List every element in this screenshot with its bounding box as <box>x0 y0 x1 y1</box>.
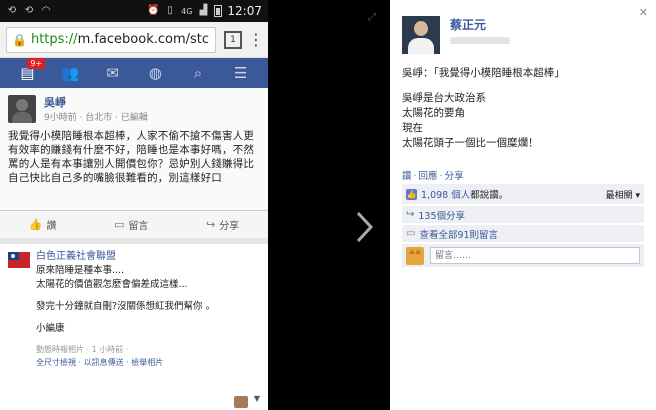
clock: 12:07 <box>227 4 262 18</box>
post-line: 太陽花的價值觀怎麼會偏差成這樣... <box>36 279 188 290</box>
lock-icon: 🔒 <box>12 32 27 47</box>
reply-link[interactable]: 回應 <box>419 171 438 182</box>
post-meta: 9小時前 · 台北市 · 已編輯 <box>44 113 148 123</box>
status-bar: ⟲ ⟲ ◠ ⏰ ▯ 4G ▟ 12:07 <box>0 0 268 22</box>
next-arrow-icon[interactable] <box>352 210 376 244</box>
comments-label: 查看全部91則留言 <box>419 229 499 241</box>
tab-switcher-button[interactable]: 1 <box>224 30 242 49</box>
notification-badge: 9+ <box>27 58 46 69</box>
page-name[interactable]: 白色正義社會聯盟 <box>36 250 215 264</box>
comment-button[interactable]: ▭ 留言 <box>114 217 148 232</box>
more-menu-icon[interactable]: ⋮ <box>248 30 264 49</box>
chevron-down-icon[interactable]: ▼ <box>254 392 260 406</box>
wifi-icon: ◠ <box>41 5 51 16</box>
caption-line: 太陽花頭子一個比一個糜爛！ <box>402 137 539 149</box>
thumbs-up-icon: 👍 <box>406 188 417 200</box>
signal-icon: ▟ <box>199 5 208 16</box>
avatar[interactable] <box>8 94 36 123</box>
address-bar[interactable]: 🔒 https:// m.facebook.com/stc <box>6 26 216 53</box>
share-button[interactable]: ↪ 分享 <box>206 217 239 232</box>
shares-count: 135個分享 <box>418 210 466 222</box>
battery-icon <box>214 5 223 17</box>
user-thumbnail[interactable] <box>234 396 248 408</box>
sync-icon: ⟲ <box>7 5 17 16</box>
globe-icon[interactable]: ◍ <box>141 64 169 82</box>
share-icon: ↪ <box>205 218 216 231</box>
page-post: 白色正義社會聯盟 原來陪睡是種本事.... 太陽花的價值觀怎麼會偏差成這樣...… <box>0 244 268 410</box>
like-button[interactable]: 👍 讚 <box>29 217 57 232</box>
post-text: 我覺得小模陪睡根本超棒，人家不偷不搶不傷害人更有效率的賺錢有什麼不好，陪睡也是本… <box>8 130 255 184</box>
search-icon[interactable]: ⌕ <box>184 64 212 82</box>
avatar[interactable] <box>402 16 440 54</box>
poster-name[interactable]: 蔡正元 <box>450 16 510 33</box>
url-text: m.facebook.com/stc <box>77 32 210 47</box>
view-comments-link[interactable]: ▭ 查看全部91則留言 <box>402 224 644 242</box>
likes-summary: 👍 1,098 個人 都說讚。 最相關 ▾ <box>402 184 644 204</box>
comment-input[interactable] <box>430 247 640 264</box>
url-scheme: https:// <box>30 32 78 47</box>
page-avatar[interactable] <box>8 252 30 268</box>
comment-icon: ▭ <box>114 218 125 231</box>
share-label: 分享 <box>219 221 240 232</box>
likes-count[interactable]: 1,098 個人 <box>421 187 470 201</box>
comment-label: 留言 <box>128 221 149 232</box>
vibrate-icon: ▯ <box>167 5 173 16</box>
user-avatar <box>406 246 424 265</box>
comment-icon: ▭ <box>406 228 416 239</box>
post-caption: 吳崢：「我覺得小模陪睡根本超棒」 吳崢是台大政治系 太陽花的要角 現在 太陽花頭… <box>390 54 656 151</box>
sync-icon: ⟲ <box>24 5 34 16</box>
expand-icon[interactable]: ⤢ <box>368 12 376 23</box>
friends-icon[interactable]: 👥 <box>56 64 84 82</box>
caption-line: 現在 <box>402 122 423 134</box>
poster-name[interactable]: 吳崢 <box>44 94 148 110</box>
post-line: 原來陪睡是種本事.... <box>36 265 125 276</box>
sort-dropdown[interactable]: 最相關 ▾ <box>606 188 640 201</box>
caption-line: 吳崢：「我覺得小模陪睡根本超棒」 <box>402 67 565 79</box>
facebook-nav-bar: ▤ 9+ 👥 ✉ ◍ ⌕ ☰ <box>0 58 268 88</box>
post-actions: 讚 · 回應 · 分享 <box>402 171 464 182</box>
caption-line: 太陽花的要角 <box>402 107 465 119</box>
comment-composer <box>402 243 644 267</box>
alarm-icon: ⏰ <box>147 5 160 16</box>
post-meta: 動態時報相片 · 1 小時前 · <box>36 345 129 354</box>
news-feed-icon[interactable]: ▤ 9+ <box>13 58 46 82</box>
phone-screenshot: ⟲ ⟲ ◠ ⏰ ▯ 4G ▟ 12:07 🔒 https:// m.facebo… <box>0 0 268 410</box>
likes-tail: 都說讚。 <box>470 190 509 201</box>
messages-icon[interactable]: ✉ <box>99 64 127 82</box>
embedded-post: 吳崢 9小時前 · 台北市 · 已編輯 我覺得小模陪睡根本超棒，人家不偷不搶不傷… <box>0 88 268 238</box>
like-link[interactable]: 讚 <box>402 171 412 182</box>
sort-label: 最相關 <box>605 190 633 201</box>
share-icon: ↪ <box>406 209 415 220</box>
browser-toolbar: 🔒 https:// m.facebook.com/stc 1 ⋮ <box>0 22 268 58</box>
share-link[interactable]: 分享 <box>445 171 464 182</box>
post-meta-placeholder <box>450 37 510 44</box>
caption-line: 吳崢是台大政治系 <box>402 92 486 104</box>
shares-summary[interactable]: ↪ 135個分享 <box>402 205 644 223</box>
post-action-bar: 👍 讚 ▭ 留言 ↪ 分享 <box>0 210 268 238</box>
thumbs-up-icon: 👍 <box>28 218 43 231</box>
menu-icon[interactable]: ☰ <box>227 64 255 82</box>
network-type: 4G <box>181 6 193 16</box>
photo-links[interactable]: 全尺寸檢視 · 以訊息傳送 · 檢舉相片 <box>36 356 215 370</box>
screenshot-stage: ⟲ ⟲ ◠ ⏰ ▯ 4G ▟ 12:07 🔒 https:// m.facebo… <box>0 0 656 410</box>
close-icon[interactable]: ✕ <box>639 6 648 19</box>
post-line: 發完十分鐘就自刪?沒關係想紅我們幫你 。 <box>36 301 216 312</box>
like-label: 讚 <box>46 221 57 232</box>
post-signature: 小編康 <box>36 323 65 334</box>
